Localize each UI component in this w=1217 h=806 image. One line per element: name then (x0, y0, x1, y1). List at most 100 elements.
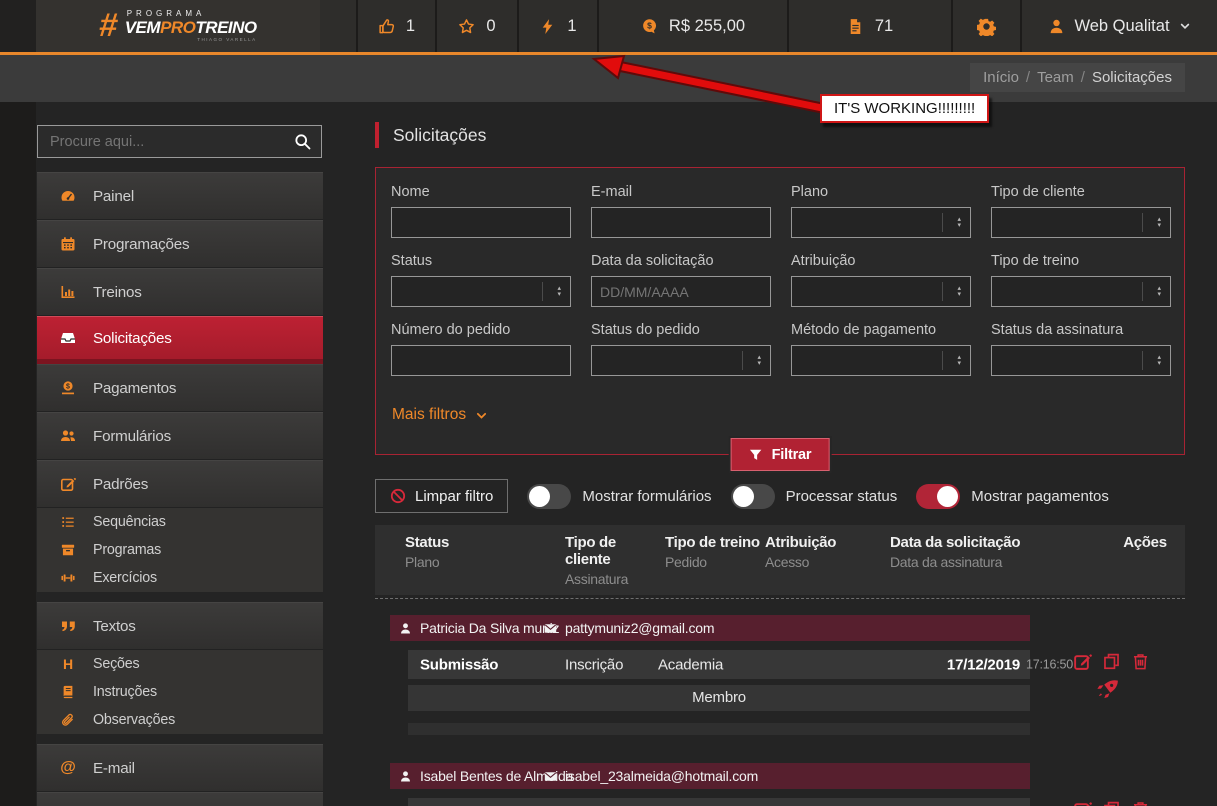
row-time: 17:16:50 (1026, 657, 1074, 672)
book-icon (58, 685, 78, 699)
row-action-buttons (1073, 800, 1183, 806)
topbar-stat-thumbs-up[interactable]: 1 (356, 0, 435, 52)
sidebar-item-observacoes[interactable]: Observações (37, 706, 323, 734)
filter-field-tipo-de-cliente: Tipo de cliente (991, 184, 1171, 238)
filter-label-status-do-pedido: Status do pedido (591, 322, 700, 338)
list-toolbar: Limpar filtro Mostrar formulários Process… (375, 479, 1185, 513)
sidebar-item-painel[interactable]: Painel (37, 172, 323, 220)
row-name-bar: Patricia Da Silva muniz pattymuniz2@gmail… (390, 615, 1030, 641)
show-payments-toggle[interactable] (916, 483, 961, 509)
sidebar-item-secoes[interactable]: H Seções (37, 650, 323, 678)
filter-field-plano: Plano (791, 184, 971, 238)
at-icon: @ (60, 759, 76, 776)
sidebar-item-email[interactable]: @ E-mail (37, 744, 323, 792)
column-header-2: Tipo de cliente Assinatura (565, 534, 665, 587)
duplicate-action-icon[interactable] (1102, 652, 1121, 671)
sidebar-item-sequencias[interactable]: Sequências (37, 508, 323, 536)
table-header-divider (375, 598, 1185, 599)
topbar-stat-value: 1 (567, 16, 577, 35)
filter-plano-select[interactable] (791, 207, 971, 238)
sidebar-item-interacoes[interactable]: Interações (37, 792, 323, 806)
filter-status-select[interactable] (391, 276, 571, 307)
sidebar: Painel Programações Treinos Solicitações $ Pa… (0, 102, 362, 806)
sidebar-item-textos[interactable]: Textos (37, 602, 323, 650)
sidebar-item-label: Exercícios (93, 570, 157, 586)
sidebar-item-programas[interactable]: Programas (37, 536, 323, 564)
delete-action-icon[interactable] (1131, 800, 1150, 806)
user-menu[interactable]: Web Qualitat (1020, 0, 1217, 52)
filter-data-da-solicitacao-input[interactable] (591, 276, 771, 307)
row-assignment-bar: Membro (408, 685, 1030, 711)
sidebar-item-solicitacoes[interactable]: Solicitações (37, 316, 323, 364)
row-name-bar: Isabel Bentes de Almeida isabel_23almeida… (390, 763, 1030, 789)
filter-field-atribuicao: Atribuição (791, 253, 971, 307)
breadcrumb-band: Início / Team / Solicitações (0, 55, 1217, 102)
sidebar-edge-strip (0, 102, 36, 806)
clear-filter-button[interactable]: Limpar filtro (375, 479, 509, 513)
filter-label-nome: Nome (391, 184, 430, 200)
filter-field-status: Status (391, 253, 571, 307)
column-header-line2: Acesso (765, 554, 810, 570)
filter-atribuicao-select[interactable] (791, 276, 971, 307)
sidebar-item-padroes[interactable]: Padrões (37, 460, 323, 508)
more-filters-link[interactable]: Mais filtros (392, 406, 488, 424)
sidebar-item-formularios[interactable]: Formulários (37, 412, 323, 460)
filter-nome-input[interactable] (391, 207, 571, 238)
page-title-row: Solicitações (375, 121, 1185, 149)
duplicate-action-icon[interactable] (1102, 800, 1121, 806)
column-header-line1: Status (405, 534, 450, 551)
svg-text:$: $ (647, 20, 652, 30)
topbar: # PROGRAMA VEMPROTREINO THIAGO VARELLA 1… (0, 0, 1217, 55)
show-forms-toggle[interactable] (527, 483, 572, 509)
users-icon (58, 428, 78, 444)
breadcrumb-item-1[interactable]: Início (983, 69, 1019, 86)
column-header-line1: Tipo de treino (665, 534, 760, 551)
sidebar-item-treinos[interactable]: Treinos (37, 268, 323, 316)
search-icon[interactable] (284, 133, 321, 150)
filter-metodo-de-pagamento-select[interactable] (791, 345, 971, 376)
sidebar-item-label: Seções (93, 656, 140, 672)
launch-action-icon[interactable] (1096, 677, 1120, 701)
column-header-line1: Data da solicitação (890, 534, 1021, 551)
delete-action-icon[interactable] (1131, 652, 1150, 671)
filter-numero-do-pedido-input[interactable] (391, 345, 571, 376)
sidebar-item-pagamentos[interactable]: $ Pagamentos (37, 364, 323, 412)
settings-button[interactable] (951, 0, 1020, 52)
filter-email-input[interactable] (591, 207, 771, 238)
column-header-5: Data da solicitação Data da assinatura (890, 534, 1105, 587)
filter-label-tipo-de-treino: Tipo de treino (991, 253, 1080, 269)
row-email-block: isabel_23almeida@hotmail.com (535, 768, 758, 784)
filter-status-do-pedido-select[interactable] (591, 345, 771, 376)
filter-button[interactable]: Filtrar (730, 438, 830, 471)
sidebar-item-label: Painel (93, 187, 135, 205)
annotation-text: IT'S WORKING!!!!!!!!! (834, 100, 976, 117)
gear-icon (977, 17, 996, 36)
star-icon (458, 18, 475, 35)
edit-square-icon (58, 476, 78, 492)
filter-field-data-da-solicitacao: Data da solicitação (591, 253, 771, 307)
process-status-toggle[interactable] (730, 483, 775, 509)
topbar-left-strip (0, 0, 36, 52)
search-input[interactable] (38, 133, 284, 150)
envelope-icon (544, 770, 557, 783)
column-header-6: Ações (1105, 534, 1185, 587)
sidebar-item-instrucoes[interactable]: Instruções (37, 678, 323, 706)
topbar-stat-money[interactable]: $ R$ 255,00 (597, 0, 787, 52)
filter-status-da-assinatura-select[interactable] (991, 345, 1171, 376)
filter-tipo-de-cliente-select[interactable] (991, 207, 1171, 238)
topbar-stat-value: 1 (405, 16, 416, 35)
filter-tipo-de-treino-select[interactable] (991, 276, 1171, 307)
topbar-stat-star[interactable]: 0 (435, 0, 517, 52)
sidebar-item-exercicios[interactable]: Exercícios (37, 564, 323, 592)
edit-action-icon[interactable] (1073, 652, 1092, 671)
sidebar-item-programacoes[interactable]: Programações (37, 220, 323, 268)
filter-label-atribuicao: Atribuição (791, 253, 856, 269)
topbar-stat-lightning[interactable]: 1 (517, 0, 597, 52)
app-logo[interactable]: # PROGRAMA VEMPROTREINO THIAGO VARELLA (36, 0, 320, 52)
topbar-stat-document[interactable]: 71 (787, 0, 951, 52)
edit-action-icon[interactable] (1073, 800, 1092, 806)
breadcrumb-item-2[interactable]: Team (1037, 69, 1074, 86)
sidebar-item-label: Treinos (93, 283, 142, 301)
filter-field-tipo-de-treino: Tipo de treino (991, 253, 1171, 307)
